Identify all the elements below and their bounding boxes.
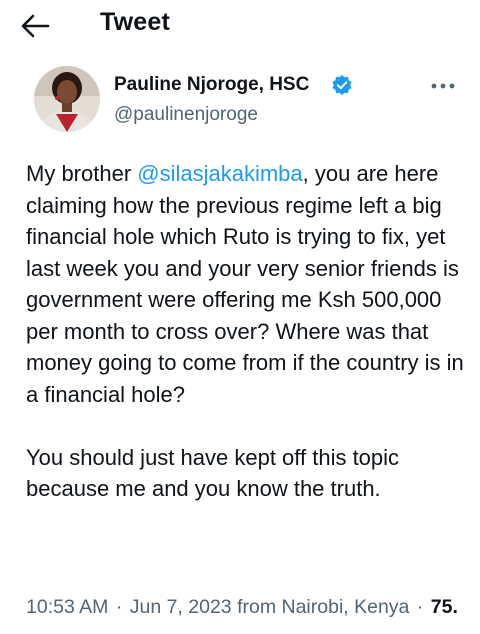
tweet-text-body: , you are here claiming how the previous… <box>26 161 464 407</box>
mention-link[interactable]: @silasjakakimba <box>137 161 302 186</box>
tweet-paragraph-1: My brother @silasjakakimba, you are here… <box>26 158 474 410</box>
author-handle[interactable]: @paulinenjoroge <box>114 104 258 126</box>
meta-separator-2: · <box>416 596 424 618</box>
author-name[interactable]: Pauline Njoroge, HSC <box>114 74 309 96</box>
avatar[interactable] <box>34 66 100 132</box>
tweet-location: from Nairobi, Kenya <box>237 596 410 618</box>
back-button[interactable] <box>20 12 50 40</box>
tweet-paragraph-2: You should just have kept off this topic… <box>26 444 400 502</box>
tweet-text: My brother @silasjakakimba, you are here… <box>26 158 474 505</box>
tweet-time[interactable]: 10:53 AM <box>26 596 108 618</box>
tweet-meta: 10:53 AM · Jun 7, 2023 from Nairobi, Ken… <box>26 596 458 619</box>
arrow-left-icon <box>21 14 50 38</box>
meta-separator: · <box>115 596 123 618</box>
profile-photo <box>34 66 100 132</box>
tweet-text-intro: My brother <box>26 161 138 186</box>
verified-badge-icon <box>331 74 353 96</box>
view-count: 75. <box>430 596 458 618</box>
more-horizontal-icon <box>431 83 455 89</box>
page-title: Tweet <box>100 8 170 36</box>
top-bar: Tweet <box>0 0 480 52</box>
more-options-button[interactable] <box>428 78 458 94</box>
tweet-date[interactable]: Jun 7, 2023 <box>130 596 232 618</box>
